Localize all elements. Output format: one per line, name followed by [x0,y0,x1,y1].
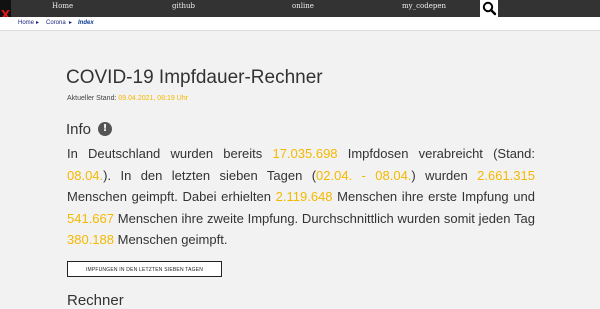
text: Menschen ihre erste Impfung und [332,189,535,204]
rechner-heading: Rechner [67,292,124,309]
date-range: 02.04. - 08.04. [316,167,412,183]
week-vaccinated: 2.661.315 [477,167,535,183]
text: ) wurden [411,167,478,183]
breadcrumb-separator: ▸ [69,20,73,26]
breadcrumb-corona[interactable]: Corona [46,20,66,26]
nav-github[interactable]: github [172,2,195,10]
total-doses: 17.035.698 [272,146,338,161]
top-navigation: Home github online my_codepen [0,0,600,17]
info-icon[interactable]: ! [98,122,112,136]
last-updated-label: Aktueller Stand: [67,95,117,102]
breadcrumb: Home ▸ Corona ▸ Index [0,17,600,31]
nav-codepen[interactable]: my_codepen [402,2,446,10]
text: Menschen geimpft. [114,232,228,247]
info-heading: Info [66,121,92,138]
text: Menschen geimpft. Dabei erhielten [67,189,276,204]
nav-online[interactable]: online [292,2,314,10]
breadcrumb-separator: ▸ [36,20,40,26]
last-seven-days-button[interactable]: IMPFUNGEN IN DEN LETZTEN SIEBEN TAGEN [67,261,222,277]
page-title: COVID-19 Impfdauer-Rechner [66,67,323,88]
second-doses: 541.667 [67,210,114,226]
text: Menschen ihre zweite Impfung. Durchschni… [114,210,535,226]
text: ). In den letzten sieben Tagen ( [103,167,317,183]
text: Impfdosen verabreicht (Stand: [337,146,535,161]
last-updated-value: 09.04.2021, 08:19 Uhr [118,95,189,102]
stand-date: 08.04. [67,167,104,183]
search-button[interactable] [480,0,498,17]
breadcrumb-index[interactable]: Index [78,20,94,26]
breadcrumb-home[interactable]: Home [18,20,34,26]
last-updated: Aktueller Stand: 09.04.2021, 08:19 Uhr [67,95,188,102]
nav-home[interactable]: Home [52,2,73,10]
daily-average: 380.188 [67,232,114,247]
info-paragraph: In Deutschland wurden bereits 17.035.698… [67,143,535,251]
search-icon [482,1,497,16]
first-doses: 2.119.648 [275,189,333,204]
text: In Deutschland wurden bereits [67,146,273,161]
